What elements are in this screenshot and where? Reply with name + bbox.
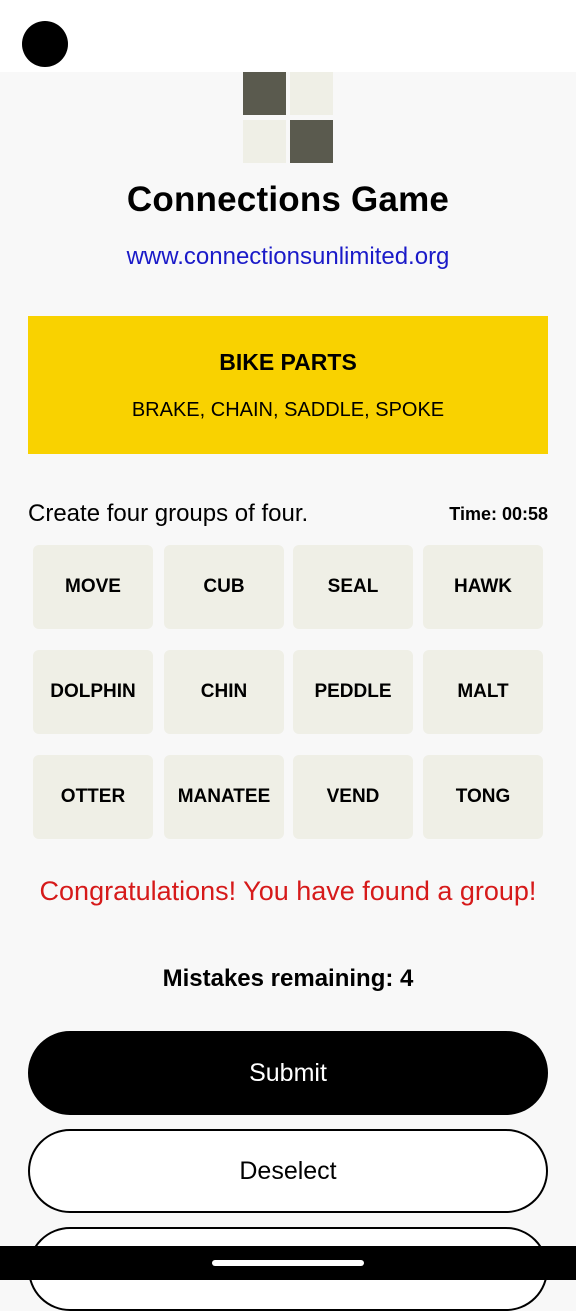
home-indicator[interactable] [212,1260,364,1266]
status-bar [0,0,576,72]
word-tile[interactable]: MOVE [33,545,153,629]
page-title: Connections Game [126,180,450,219]
navigation-bar [0,1246,576,1280]
logo-square [290,72,333,115]
logo-square [243,72,286,115]
deselect-button[interactable]: Deselect [28,1129,548,1213]
word-tile[interactable]: PEDDLE [293,650,413,734]
logo-square [290,120,333,163]
logo-square [243,120,286,163]
timer: Time: 00:58 [449,504,548,524]
word-tile[interactable]: CUB [164,545,284,629]
app-logo [243,72,333,163]
word-grid: MOVE CUB SEAL HAWK DOLPHIN CHIN PEDDLE M… [33,545,543,839]
word-tile[interactable]: MANATEE [164,755,284,839]
group-name: BIKE PARTS [219,349,357,375]
mistakes-counter: Mistakes remaining: 4 [162,965,414,992]
word-tile[interactable]: OTTER [33,755,153,839]
status-message: Congratulations! You have found a group! [39,876,537,906]
camera-cutout [22,21,68,67]
word-tile[interactable]: SEAL [293,545,413,629]
word-tile[interactable]: VEND [293,755,413,839]
found-group-card: BIKE PARTS BRAKE, CHAIN, SADDLE, SPOKE [28,316,548,454]
word-tile[interactable]: HAWK [423,545,543,629]
submit-button[interactable]: Submit [28,1031,548,1115]
site-link[interactable]: www.connectionsunlimited.org [0,243,576,271]
word-tile[interactable]: MALT [423,650,543,734]
group-words: BRAKE, CHAIN, SADDLE, SPOKE [131,399,445,421]
word-tile[interactable]: TONG [423,755,543,839]
instructions-text: Create four groups of four. [28,500,309,527]
word-tile[interactable]: CHIN [164,650,284,734]
word-tile[interactable]: DOLPHIN [33,650,153,734]
